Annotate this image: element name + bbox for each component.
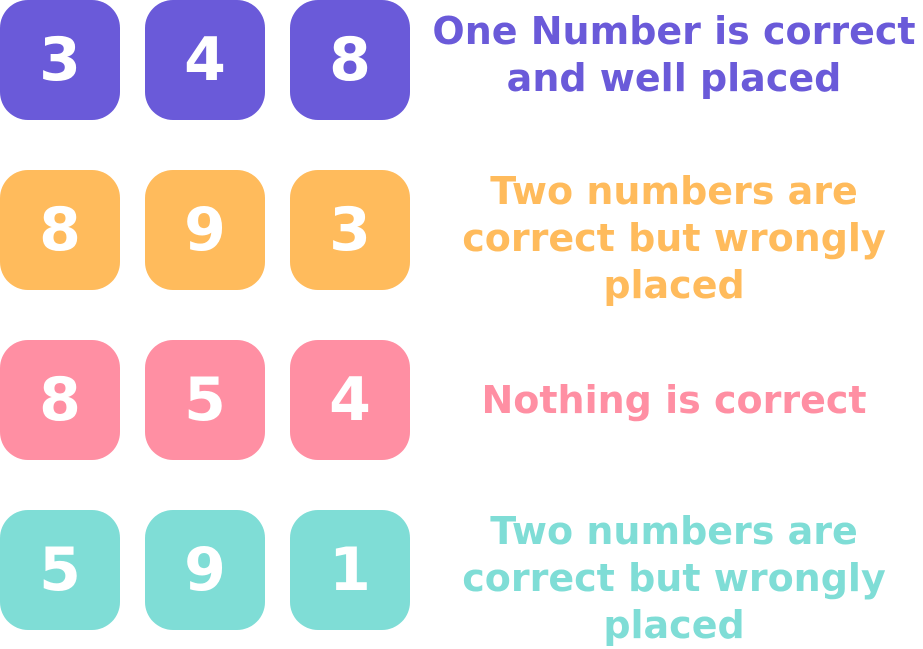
clue-text: Nothing is correct (481, 377, 867, 422)
clue-text: Two numbers are correct but wrongly plac… (462, 508, 886, 647)
clue-text: One Number is correct and well placed (432, 9, 916, 100)
digit-tile: 3 (290, 170, 410, 290)
digit-tile: 1 (290, 510, 410, 630)
digit-tile: 4 (290, 340, 410, 460)
digit-tile: 8 (0, 340, 120, 460)
clue-row-1: 3 4 8 One Number is correct and well pla… (0, 0, 923, 120)
digit-tile: 9 (145, 510, 265, 630)
clue-row-2: 8 9 3 Two numbers are correct but wrongl… (0, 169, 923, 307)
digit-tile: 4 (145, 0, 265, 120)
clue-row-3: 8 5 4 Nothing is correct (0, 340, 923, 460)
digit-tile: 5 (145, 340, 265, 460)
digit-tile: 5 (0, 510, 120, 630)
digit-tile: 8 (290, 0, 410, 120)
clue-row-4: 5 9 1 Two numbers are correct but wrongl… (0, 509, 923, 647)
digit-tile: 3 (0, 0, 120, 120)
digit-tile: 8 (0, 170, 120, 290)
digit-tile: 9 (145, 170, 265, 290)
clue-text: Two numbers are correct but wrongly plac… (462, 168, 886, 307)
